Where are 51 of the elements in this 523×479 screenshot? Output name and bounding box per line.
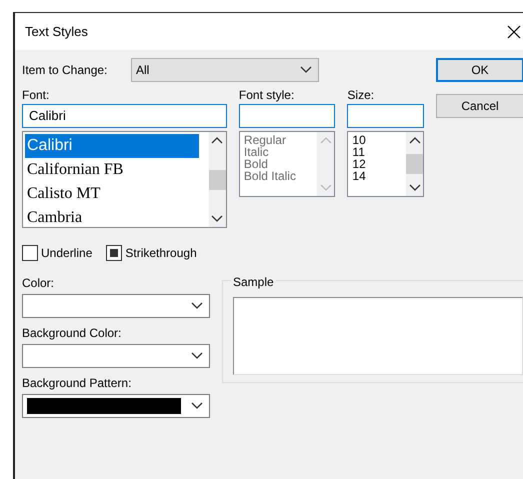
item-dropdown[interactable]: All <box>131 58 319 82</box>
field-label: Font style: <box>238 87 296 104</box>
chevron-down-icon <box>191 402 203 410</box>
scroll-up-icon <box>211 136 224 144</box>
scrollbar-thumb[interactable] <box>208 170 226 190</box>
color-dropdown[interactable] <box>22 394 210 418</box>
list-item[interactable]: 10 <box>350 134 404 146</box>
close-icon[interactable] <box>507 24 521 38</box>
list-item[interactable]: 11 <box>350 146 404 158</box>
scrollbar-thumb[interactable] <box>406 154 423 174</box>
scroll-up-icon <box>320 136 332 144</box>
scrollbar[interactable] <box>317 132 334 196</box>
scrollbar[interactable] <box>406 132 423 196</box>
dialog-button[interactable]: OK <box>436 58 523 82</box>
chevron-down-icon <box>191 302 203 310</box>
size-list[interactable]: 10 11 12 14 <box>347 131 424 197</box>
checkbox-label: Strikethrough <box>125 245 197 262</box>
list-item: Bold <box>242 158 269 170</box>
font-style-input[interactable] <box>238 104 336 128</box>
list-item[interactable]: Cambria <box>25 206 207 230</box>
scrollbar[interactable] <box>208 132 226 227</box>
scroll-down-icon <box>320 184 332 192</box>
font-list[interactable]: Calibri Californian FB Calisto MT Cambria <box>22 131 227 228</box>
field-label: Size: <box>347 87 376 104</box>
checkbox[interactable] <box>106 245 122 261</box>
list-item: Bold Italic <box>242 170 297 182</box>
list-item[interactable]: 12 <box>350 158 404 170</box>
list-item[interactable]: 14 <box>350 170 404 182</box>
dialog-button[interactable]: Cancel <box>436 94 523 118</box>
color-dropdown[interactable] <box>22 294 210 318</box>
window-title: Text Styles <box>25 22 89 41</box>
scroll-up-icon <box>408 136 420 144</box>
chevron-down-icon <box>191 352 203 360</box>
field-label: Background Pattern: <box>22 375 132 392</box>
field-label: Font: <box>22 87 50 104</box>
list-item: Regular <box>242 134 287 146</box>
field-label: Color: <box>22 275 56 292</box>
font-input[interactable]: Calibri <box>22 104 227 128</box>
field-label: Item to Change: <box>22 62 108 79</box>
list-item[interactable]: Californian FB <box>25 158 207 182</box>
list-item: Italic <box>242 146 269 158</box>
color-dropdown[interactable] <box>22 344 210 368</box>
list-item[interactable]: Calisto MT <box>25 182 207 206</box>
chevron-down-icon <box>300 66 312 74</box>
field-label: Background Color: <box>22 325 122 342</box>
size-input[interactable] <box>347 104 424 128</box>
list-item[interactable]: Calibri <box>25 134 199 158</box>
checkbox[interactable] <box>22 245 38 261</box>
scroll-down-icon <box>211 215 224 223</box>
scroll-down-icon <box>408 184 420 192</box>
checkbox-label: Underline <box>41 245 92 262</box>
